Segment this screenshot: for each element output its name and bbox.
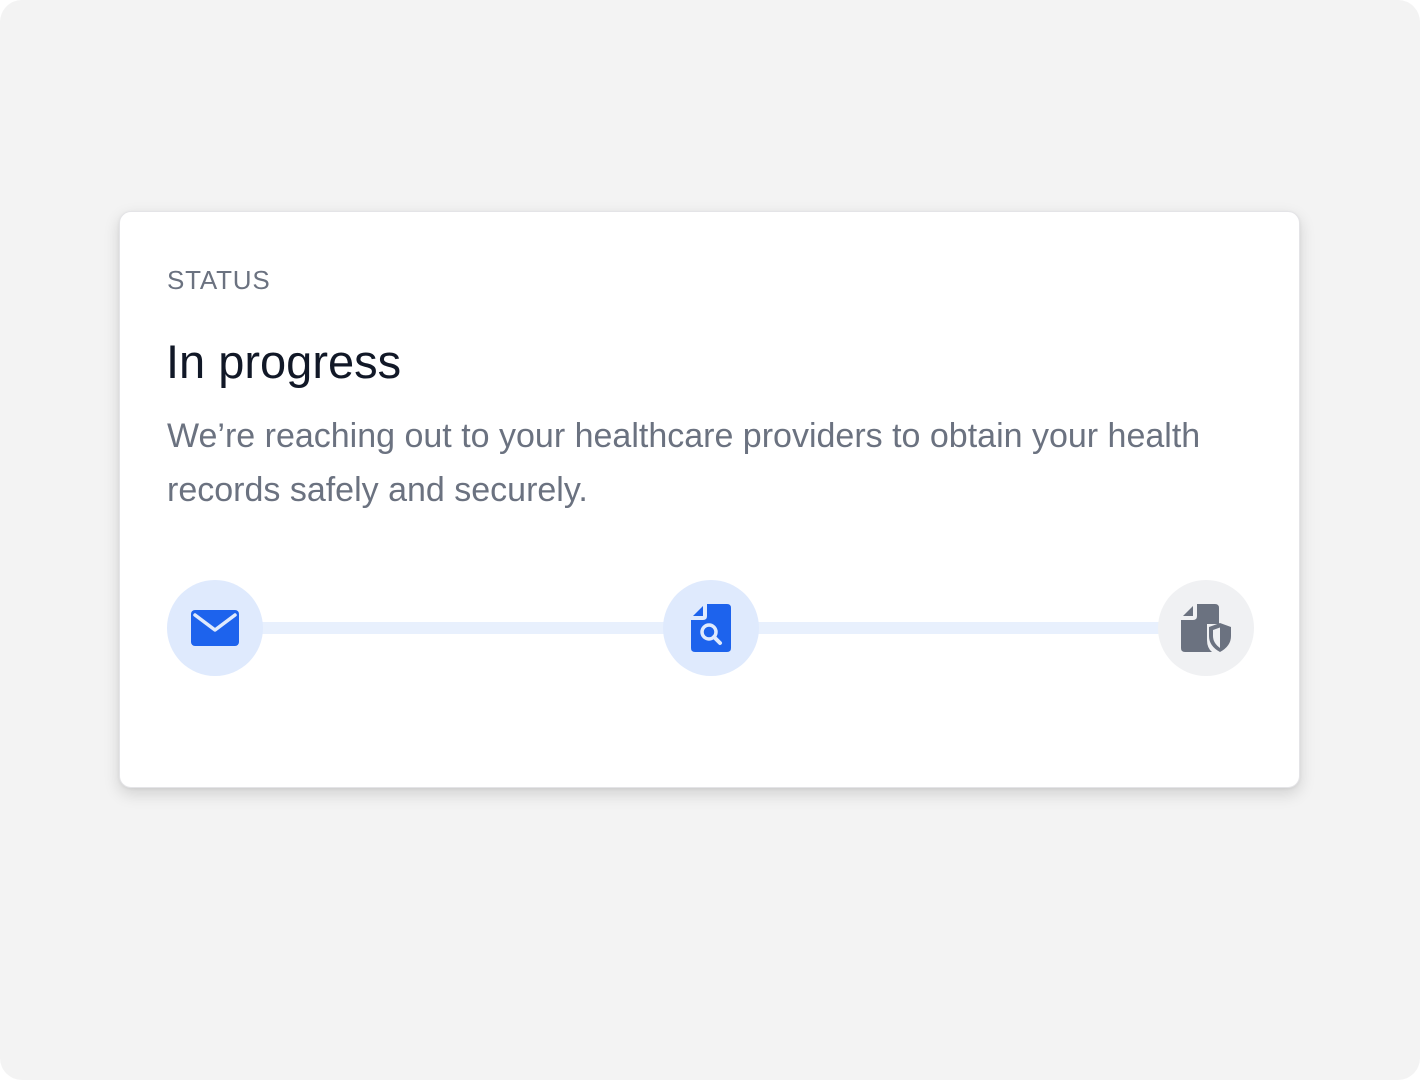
document-search-icon bbox=[691, 604, 731, 652]
step-request-sent bbox=[167, 580, 263, 676]
status-description: We’re reaching out to your healthcare pr… bbox=[167, 417, 1201, 509]
progress-stepper bbox=[167, 580, 1254, 676]
progress-connector-1 bbox=[247, 622, 680, 634]
status-card: STATUS In progress We’re reaching out to… bbox=[119, 211, 1300, 788]
status-label: STATUS bbox=[167, 265, 271, 295]
envelope-icon bbox=[191, 610, 239, 646]
page-background: STATUS In progress We’re reaching out to… bbox=[0, 0, 1420, 1080]
progress-connector-2 bbox=[742, 622, 1175, 634]
status-title: In progress bbox=[166, 335, 402, 388]
step-records-secured bbox=[1158, 580, 1254, 676]
document-shield-icon bbox=[1181, 604, 1231, 652]
step-records-review bbox=[663, 580, 759, 676]
